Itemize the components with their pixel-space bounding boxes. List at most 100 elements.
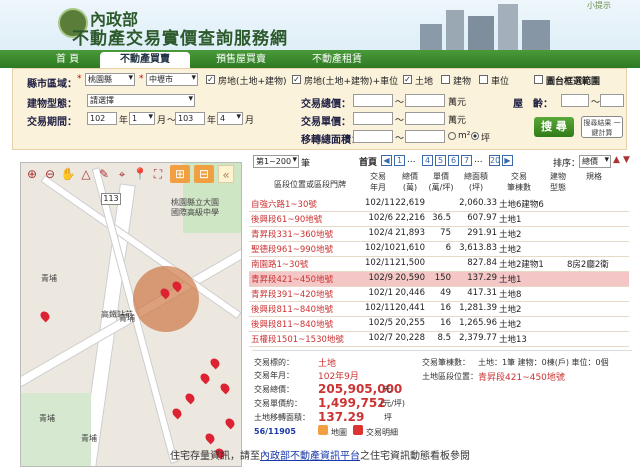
table-row[interactable]: 聖德段961~990地號 102/10 21,610 6 3,613.83 土地2: [249, 242, 629, 257]
range-select[interactable]: 第1~200: [253, 155, 299, 168]
map-marker[interactable]: [208, 356, 222, 370]
table-row[interactable]: 自強六路1~30號 102/11 22,619 2,060.33 土地6建物6: [249, 197, 629, 212]
unit-m2-radio[interactable]: [448, 132, 456, 140]
building-type-select[interactable]: 請選擇: [87, 94, 195, 107]
draw-polygon-icon[interactable]: △: [78, 165, 94, 183]
total-max-input[interactable]: [405, 94, 445, 107]
measure-icon[interactable]: ✎: [96, 165, 112, 183]
area-min-input[interactable]: [353, 130, 393, 143]
cell-addr[interactable]: 青昇段391~420地號: [251, 288, 333, 300]
district-select[interactable]: 中壢市: [146, 73, 198, 86]
tab-sale[interactable]: 不動產買賣: [100, 52, 190, 68]
col-header-ym: 交易 年月: [370, 172, 386, 192]
map-view[interactable]: 113 桃園縣立大園 國際高級中學 高鐵站前 青埔 青埔 青埔 青埔: [20, 162, 242, 467]
cell-addr[interactable]: 後興段811~840地號: [251, 318, 333, 330]
zoom-in-icon[interactable]: ⊕: [24, 165, 40, 183]
end-month-select[interactable]: 4: [217, 112, 243, 125]
range-sep: ～: [395, 116, 405, 126]
tab-presale[interactable]: 預售屋買賣: [196, 52, 286, 68]
cell-cnt: 土地2建物1: [499, 260, 544, 270]
map-range-checkbox[interactable]: [534, 75, 543, 84]
map-marker[interactable]: [203, 431, 217, 445]
page-link[interactable]: 1: [394, 155, 405, 166]
first-page-link[interactable]: 首頁: [359, 155, 377, 168]
detail-doc-icon[interactable]: [353, 425, 363, 435]
table-row[interactable]: 後興段61~90地號 102/6 22,216 36.5 607.97 土地1: [249, 212, 629, 227]
period-label: 交易期間：: [27, 117, 77, 128]
map-marker[interactable]: [38, 309, 52, 323]
type-checkbox-2[interactable]: ✓: [292, 75, 301, 84]
cell-ym: 102/10: [365, 243, 395, 253]
table-row[interactable]: 青昇段421~450地號 102/9 20,590 150 137.29 土地1: [249, 272, 629, 287]
tab-rent[interactable]: 不動產租賃: [292, 52, 382, 68]
table-row[interactable]: 後興段811~840地號 102/11 20,441 16 1,281.39 土地2: [249, 302, 629, 317]
page-link[interactable]: 5: [435, 155, 446, 166]
page-link[interactable]: 7: [461, 155, 472, 166]
cell-addr[interactable]: 自強六路1~30號: [251, 198, 317, 210]
map-pin-icon[interactable]: [318, 425, 328, 435]
layer-icon[interactable]: ⊟: [194, 165, 214, 183]
tip-label[interactable]: 小提示: [587, 0, 637, 11]
locate-icon[interactable]: ⌖: [114, 165, 130, 183]
end-year-input[interactable]: 103: [175, 112, 205, 125]
fullscreen-icon[interactable]: ⛶: [150, 165, 166, 183]
unit-min-input[interactable]: [353, 112, 393, 125]
tab-home[interactable]: 首 頁: [40, 52, 95, 68]
age-min-input[interactable]: [561, 94, 589, 107]
detail-note-button[interactable]: 交易明細: [366, 427, 398, 438]
pin-icon[interactable]: 📍: [132, 165, 148, 183]
cell-addr[interactable]: 青昇段331~360地號: [251, 228, 333, 240]
map-marker[interactable]: [170, 406, 184, 420]
cell-unit: 6: [445, 243, 451, 253]
table-row[interactable]: 南園路1~30號 102/11 21,500 827.84 土地2建物1 8房2廳2衛: [249, 257, 629, 272]
prev-page-button[interactable]: ◀: [381, 155, 392, 166]
unit-unit: 萬元: [448, 116, 467, 126]
page-link[interactable]: 20: [489, 155, 500, 166]
page-link[interactable]: 4: [422, 155, 433, 166]
sort-desc-icon[interactable]: ▼: [623, 155, 630, 165]
age-max-input[interactable]: [600, 94, 624, 107]
map-label: 青埔: [39, 414, 55, 423]
area-max-input[interactable]: [405, 130, 445, 143]
footer-platform-link[interactable]: 內政部不動產資訊平台: [260, 451, 360, 462]
pan-hand-icon[interactable]: ✋: [60, 165, 76, 183]
collapse-panel-icon[interactable]: «: [218, 165, 234, 183]
next-page-button[interactable]: ▶: [502, 155, 513, 166]
cell-ym: 102/5: [368, 318, 394, 328]
sort-asc-icon[interactable]: ▲: [613, 155, 620, 165]
map-marker[interactable]: [223, 416, 237, 430]
cell-unit: 49: [440, 288, 451, 298]
sort-select[interactable]: 總價: [579, 155, 611, 168]
page-current[interactable]: 6: [448, 155, 459, 166]
start-year-input[interactable]: 102: [87, 112, 117, 125]
cell-addr[interactable]: 五權段1501~1530地號: [251, 333, 344, 345]
type-checkbox-4[interactable]: [441, 75, 450, 84]
type-checkbox-3[interactable]: ✓: [403, 75, 412, 84]
cell-ym: 102/7: [368, 333, 394, 343]
county-select[interactable]: 桃園縣: [85, 73, 135, 86]
detail-map-button[interactable]: 地圖: [331, 427, 347, 438]
cell-addr[interactable]: 後興段811~840地號: [251, 303, 333, 315]
unit-max-input[interactable]: [405, 112, 445, 125]
total-min-input[interactable]: [353, 94, 393, 107]
table-row[interactable]: 青昇段391~420地號 102/1 20,446 49 417.31 土地8: [249, 287, 629, 302]
table-row[interactable]: 後興段811~840地號 102/5 20,255 16 1,265.96 土地2: [249, 317, 629, 332]
table-row[interactable]: 五權段1501~1530地號 102/7 20,228 8.5 2,379.77 土地13: [249, 332, 629, 347]
map-marker[interactable]: [198, 371, 212, 385]
cell-addr[interactable]: 南園路1~30號: [251, 258, 308, 270]
map-mode-icon[interactable]: ⊞: [170, 165, 190, 183]
cell-addr[interactable]: 青昇段421~450地號: [251, 273, 333, 285]
map-marker[interactable]: [218, 381, 232, 395]
type-checkbox-5[interactable]: [479, 75, 488, 84]
cell-addr[interactable]: 聖德段961~990地號: [251, 243, 333, 255]
calc-button[interactable]: 搜尋結果 一鍵計算: [581, 116, 623, 138]
start-month-select[interactable]: 1: [129, 112, 155, 125]
zoom-out-icon[interactable]: ⊖: [42, 165, 58, 183]
table-row[interactable]: 青昇段331~360地號 102/4 21,893 75 291.91 土地2: [249, 227, 629, 242]
map-marker[interactable]: [183, 391, 197, 405]
unit-ping-radio[interactable]: [471, 132, 479, 140]
search-button[interactable]: 搜 尋: [534, 117, 574, 137]
cell-unit: 16: [440, 303, 451, 313]
type-checkbox-1[interactable]: ✓: [206, 75, 215, 84]
cell-addr[interactable]: 後興段61~90地號: [251, 213, 322, 225]
